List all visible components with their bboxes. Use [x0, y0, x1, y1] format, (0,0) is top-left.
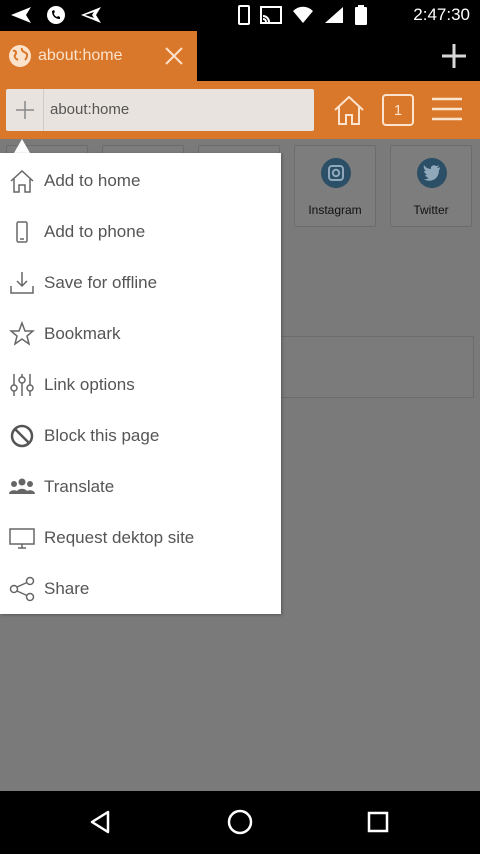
- wifi-icon: [293, 6, 313, 23]
- status-time: 2:47:30: [413, 5, 470, 24]
- tile-label: Twitter: [413, 203, 449, 217]
- menu-item-add-to-home[interactable]: Add to home: [0, 155, 281, 206]
- nav-home-icon[interactable]: [225, 807, 255, 837]
- url-text: about:home: [50, 101, 130, 118]
- menu-item-label: Link options: [44, 374, 135, 394]
- block-icon: [8, 422, 36, 450]
- address-bar: about:home 1: [0, 81, 480, 139]
- home-icon: [8, 167, 36, 195]
- phone-device-icon: [238, 5, 250, 25]
- menu-item-save-for-offline[interactable]: Save for offline: [0, 257, 281, 308]
- menu-item-label: Block this page: [44, 425, 160, 445]
- signal-icon: [325, 7, 343, 23]
- battery-icon: [355, 5, 367, 25]
- speed-dial-tile-instagram[interactable]: Instagram: [294, 145, 376, 227]
- nav-recents-icon[interactable]: [363, 807, 393, 837]
- menu-item-label: Translate: [44, 476, 115, 496]
- menu-item-add-to-phone[interactable]: Add to phone: [0, 206, 281, 257]
- menu-item-translate[interactable]: Translate: [0, 461, 281, 512]
- download-icon: [8, 269, 36, 297]
- menu-item-label: Add to home: [44, 170, 141, 190]
- share-icon: [8, 575, 36, 603]
- send-icon: [81, 7, 101, 23]
- speed-dial-tile-twitter[interactable]: Twitter: [390, 145, 472, 227]
- twitter-icon: [417, 158, 447, 188]
- nav-back-icon[interactable]: [86, 807, 116, 837]
- new-tab-plus-icon[interactable]: [440, 42, 468, 70]
- globe-icon: [9, 45, 31, 67]
- close-icon[interactable]: [163, 45, 185, 67]
- tab-strip: about:home: [0, 31, 480, 81]
- cast-icon: [260, 6, 282, 24]
- status-bar: 2:47:30: [0, 0, 480, 31]
- tabs-count-button[interactable]: 1: [382, 94, 414, 126]
- url-field[interactable]: about:home: [6, 89, 314, 131]
- add-plus-icon[interactable]: [6, 89, 44, 131]
- sliders-icon: [8, 371, 36, 399]
- menu-item-block-this-page[interactable]: Block this page: [0, 410, 281, 461]
- popup-arrow: [14, 139, 30, 153]
- back-arrow-icon: [11, 7, 31, 23]
- menu-item-label: Add to phone: [44, 221, 146, 241]
- menu-item-label: Share: [44, 578, 90, 598]
- menu-item-label: Bookmark: [44, 323, 121, 343]
- home-icon[interactable]: [332, 93, 366, 127]
- tile-label: Instagram: [308, 203, 362, 217]
- people-icon: [8, 473, 36, 501]
- page-actions-menu: Add to home Add to phone Save for offlin…: [0, 153, 281, 614]
- menu-item-link-options[interactable]: Link options: [0, 359, 281, 410]
- star-icon: [8, 320, 36, 348]
- phone-icon: [47, 6, 65, 24]
- desktop-icon: [8, 524, 36, 552]
- menu-item-bookmark[interactable]: Bookmark: [0, 308, 281, 359]
- instagram-icon: [321, 158, 351, 188]
- phone-icon: [8, 218, 36, 246]
- menu-item-request-desktop-site[interactable]: Request dektop site: [0, 512, 281, 563]
- menu-item-share[interactable]: Share: [0, 563, 281, 614]
- tab-about-home[interactable]: about:home: [0, 31, 197, 81]
- menu-item-label: Save for offline: [44, 272, 158, 292]
- system-nav-bar: [0, 791, 480, 854]
- hamburger-menu-icon[interactable]: [431, 97, 463, 121]
- menu-item-label: Request dektop site: [44, 527, 195, 547]
- content-panel: [250, 336, 474, 398]
- tab-title: about:home: [38, 47, 123, 64]
